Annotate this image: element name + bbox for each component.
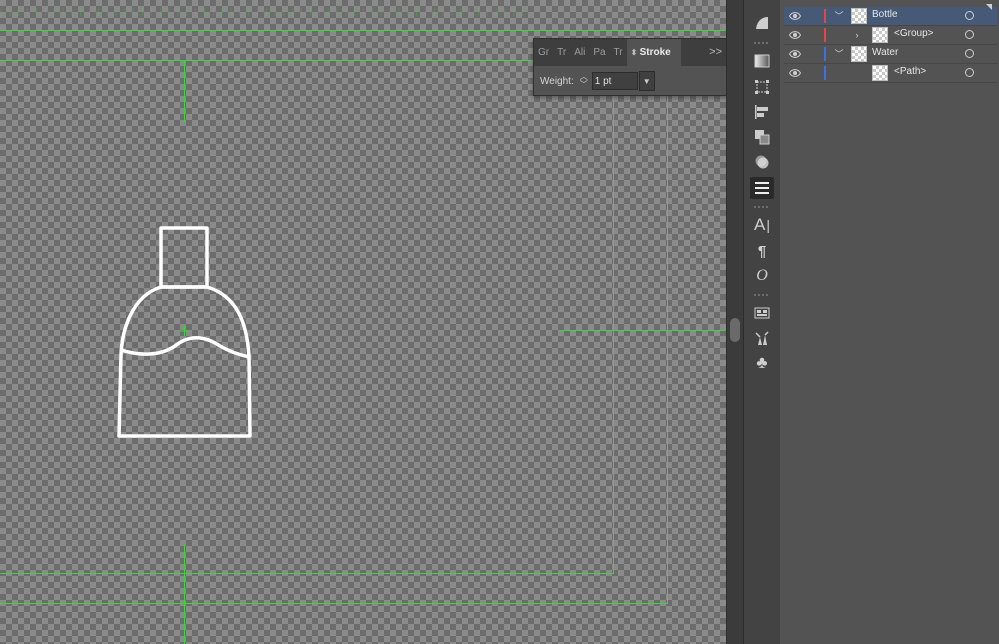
layer-thumbnail: [872, 65, 888, 81]
opentype-icon[interactable]: O: [750, 265, 774, 287]
layer-color-bar: [824, 66, 826, 80]
dock-grip[interactable]: [754, 42, 770, 44]
layer-row-path[interactable]: <Path>: [784, 64, 997, 83]
gradient-icon[interactable]: [750, 50, 774, 72]
stroke-tab-arrows-icon: ⬍: [630, 48, 640, 57]
paragraph-icon[interactable]: ¶: [750, 240, 774, 262]
target-circle-icon[interactable]: [965, 30, 974, 39]
artboard-canvas[interactable]: | | | | | | | | | | | | | | | | | | | | …: [0, 0, 726, 644]
panel-icon-dock: A | ¶ O ♣: [743, 0, 781, 644]
target-circle-icon[interactable]: [965, 49, 974, 58]
libraries-icon[interactable]: [750, 302, 774, 324]
dock-grip[interactable]: [754, 294, 770, 296]
tab-align[interactable]: Ali: [570, 39, 589, 66]
scrollbar-thumb[interactable]: [730, 318, 740, 342]
weight-dropdown-chevron-icon[interactable]: ▼: [638, 71, 655, 91]
bottle-artwork[interactable]: [0, 0, 726, 644]
layer-name[interactable]: Water: [872, 47, 898, 58]
panel-corner-icon[interactable]: [986, 4, 992, 10]
layer-thumbnail: [872, 27, 888, 43]
tab-transform[interactable]: Tr: [610, 39, 627, 66]
chevron-right-icon[interactable]: ›: [852, 29, 862, 41]
appearance-icon[interactable]: [750, 151, 774, 173]
layer-name[interactable]: Bottle: [872, 9, 898, 20]
layer-color-bar: [824, 9, 826, 23]
character-icon[interactable]: A |: [750, 214, 774, 236]
tab-gradient[interactable]: Gr: [534, 39, 553, 66]
target-circle-icon[interactable]: [965, 68, 974, 77]
weight-input[interactable]: [591, 72, 638, 90]
layer-color-bar: [824, 28, 826, 42]
layers-panel[interactable]: ﹀ Bottle › <Group> ﹀ Water <Path>: [780, 0, 999, 644]
tab-pathfinder[interactable]: Pa: [589, 39, 609, 66]
target-circle-icon[interactable]: [965, 11, 974, 20]
visibility-eye-icon[interactable]: [789, 10, 801, 22]
collapse-icon[interactable]: >>: [709, 39, 722, 66]
tab-stroke[interactable]: ⬍ Stroke: [626, 39, 681, 66]
layer-thumbnail: [851, 8, 867, 24]
brushes-icon[interactable]: [750, 327, 774, 349]
weight-stepper-icon[interactable]: ︿ ﹀: [578, 72, 590, 90]
visibility-eye-icon[interactable]: [789, 29, 801, 41]
layer-thumbnail: [851, 46, 867, 62]
weight-row: Weight: ︿﹀ ▼: [540, 71, 655, 91]
bottle-neck[interactable]: [159, 226, 209, 289]
stroke-icon[interactable]: [750, 177, 774, 199]
layer-row-bottle[interactable]: ﹀ Bottle: [784, 7, 997, 26]
chevron-down-icon[interactable]: ﹀: [834, 48, 844, 60]
layer-color-bar: [824, 47, 826, 61]
tab-transparency[interactable]: Tr: [553, 39, 570, 66]
bottle-body[interactable]: [117, 285, 252, 438]
layer-name[interactable]: <Path>: [894, 66, 926, 77]
pathfinder-icon[interactable]: [750, 126, 774, 148]
tab-stroke-label: Stroke: [639, 47, 671, 58]
chevron-down-icon[interactable]: ﹀: [834, 10, 844, 22]
weight-label: Weight:: [540, 75, 574, 87]
vertical-scrollbar[interactable]: [726, 0, 743, 644]
transform-icon[interactable]: [750, 76, 774, 98]
water-line[interactable]: [120, 336, 250, 359]
symbols-icon[interactable]: ♣: [750, 352, 774, 374]
dock-grip[interactable]: [754, 206, 770, 208]
visibility-eye-icon[interactable]: [789, 67, 801, 79]
layer-name[interactable]: <Group>: [894, 28, 933, 39]
layer-row-water[interactable]: ﹀ Water: [784, 45, 997, 64]
layer-row-group[interactable]: › <Group>: [784, 26, 997, 45]
stroke-panel[interactable]: Gr Tr Ali Pa Tr ⬍ Stroke >> Weight: ︿﹀ ▼: [533, 38, 745, 96]
align-icon[interactable]: [750, 101, 774, 123]
visibility-eye-icon[interactable]: [789, 48, 801, 60]
gradient-shape-icon[interactable]: [750, 12, 774, 34]
